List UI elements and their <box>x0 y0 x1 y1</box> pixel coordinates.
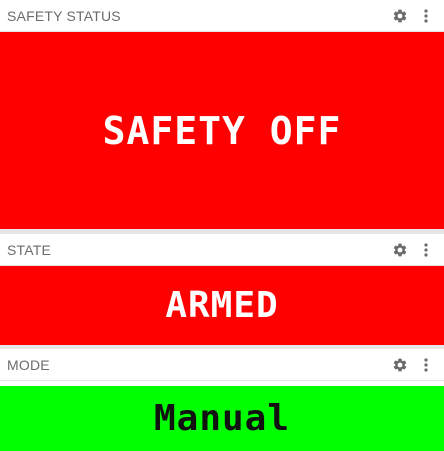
safety-status-value: SAFETY OFF <box>102 108 342 153</box>
state-value: ARMED <box>165 285 279 326</box>
safety-status-display: SAFETY OFF <box>0 32 444 229</box>
panel-header: STATE <box>0 234 444 266</box>
panel-header: MODE <box>0 349 444 381</box>
mode-panel: MODE Manual <box>0 349 444 451</box>
gear-icon[interactable] <box>392 242 408 258</box>
gear-icon[interactable] <box>392 357 408 373</box>
panel-title: STATE <box>7 242 52 258</box>
panel-title: MODE <box>7 357 50 373</box>
vertical-ellipsis-icon[interactable] <box>422 356 430 374</box>
state-panel: STATE ARMED <box>0 234 444 346</box>
panel-title: SAFETY STATUS <box>7 8 121 24</box>
gear-icon[interactable] <box>392 8 408 24</box>
mode-display: Manual <box>0 386 444 451</box>
vertical-ellipsis-icon[interactable] <box>422 7 430 25</box>
safety-status-panel: SAFETY STATUS SAFETY OFF <box>0 0 444 230</box>
vertical-ellipsis-icon[interactable] <box>422 241 430 259</box>
mode-value: Manual <box>153 398 291 439</box>
panel-header: SAFETY STATUS <box>0 0 444 32</box>
state-display: ARMED <box>0 266 444 345</box>
